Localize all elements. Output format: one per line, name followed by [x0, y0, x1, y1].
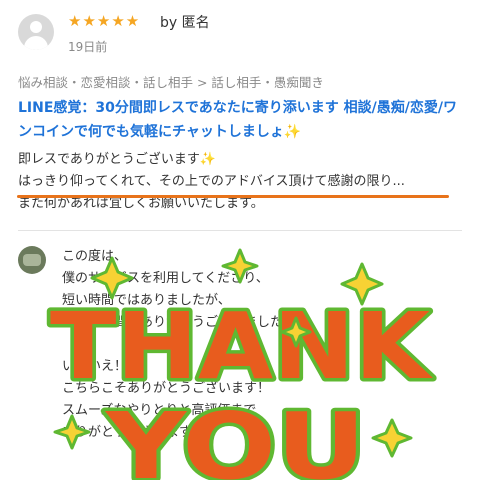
reply-line: 僕のサービスを利用してくださり、: [62, 271, 269, 286]
reviewer-name: by 匿名: [160, 15, 210, 31]
service-title-link[interactable]: LINE感覚：30分間即レスであなたに寄り添います 相談/愚痴/恋愛/ワンコイン…: [18, 96, 462, 144]
reply-line: こちらこそありがとうございます！: [62, 381, 271, 396]
avatar-body-shape: [24, 36, 48, 50]
reply-line: スムーズなやりとりと高評価まで: [62, 403, 257, 418]
seller-avatar: [18, 246, 46, 274]
reply-line: この度は、: [62, 249, 128, 264]
reviewer-avatar: [18, 14, 54, 50]
reply-line: 素敵な時間をありがとうございました✨: [62, 315, 300, 330]
reply-line: [62, 334, 472, 356]
review-message: 即レスでありがとうございます✨ はっきり仰ってくれて、その上でのアドバイス頂けて…: [18, 149, 468, 215]
avatar-head-shape: [30, 21, 42, 33]
seller-avatar-image: [23, 254, 41, 266]
highlight-underline: [17, 195, 449, 198]
reply-line: ありがとうございます😊: [62, 425, 206, 440]
reply-line: いえいえ！: [62, 359, 128, 374]
reply-line: 短い時間ではありましたが、: [62, 293, 231, 308]
divider: [18, 230, 462, 231]
review-time: 19日前: [68, 40, 108, 54]
review-message-line: 即レスでありがとうございます✨: [18, 152, 217, 167]
review-message-line: はっきり仰ってくれて、その上でのアドバイス頂けて感謝の限り...: [18, 174, 405, 189]
seller-reply: この度は、 僕のサービスを利用してくださり、 短い時間ではありましたが、 素敵な…: [62, 246, 472, 444]
star-rating: ★★★★★: [68, 12, 141, 30]
category-breadcrumb[interactable]: 悩み相談・恋愛相談・話し相手 > 話し相手・愚痴聞き: [18, 72, 324, 91]
